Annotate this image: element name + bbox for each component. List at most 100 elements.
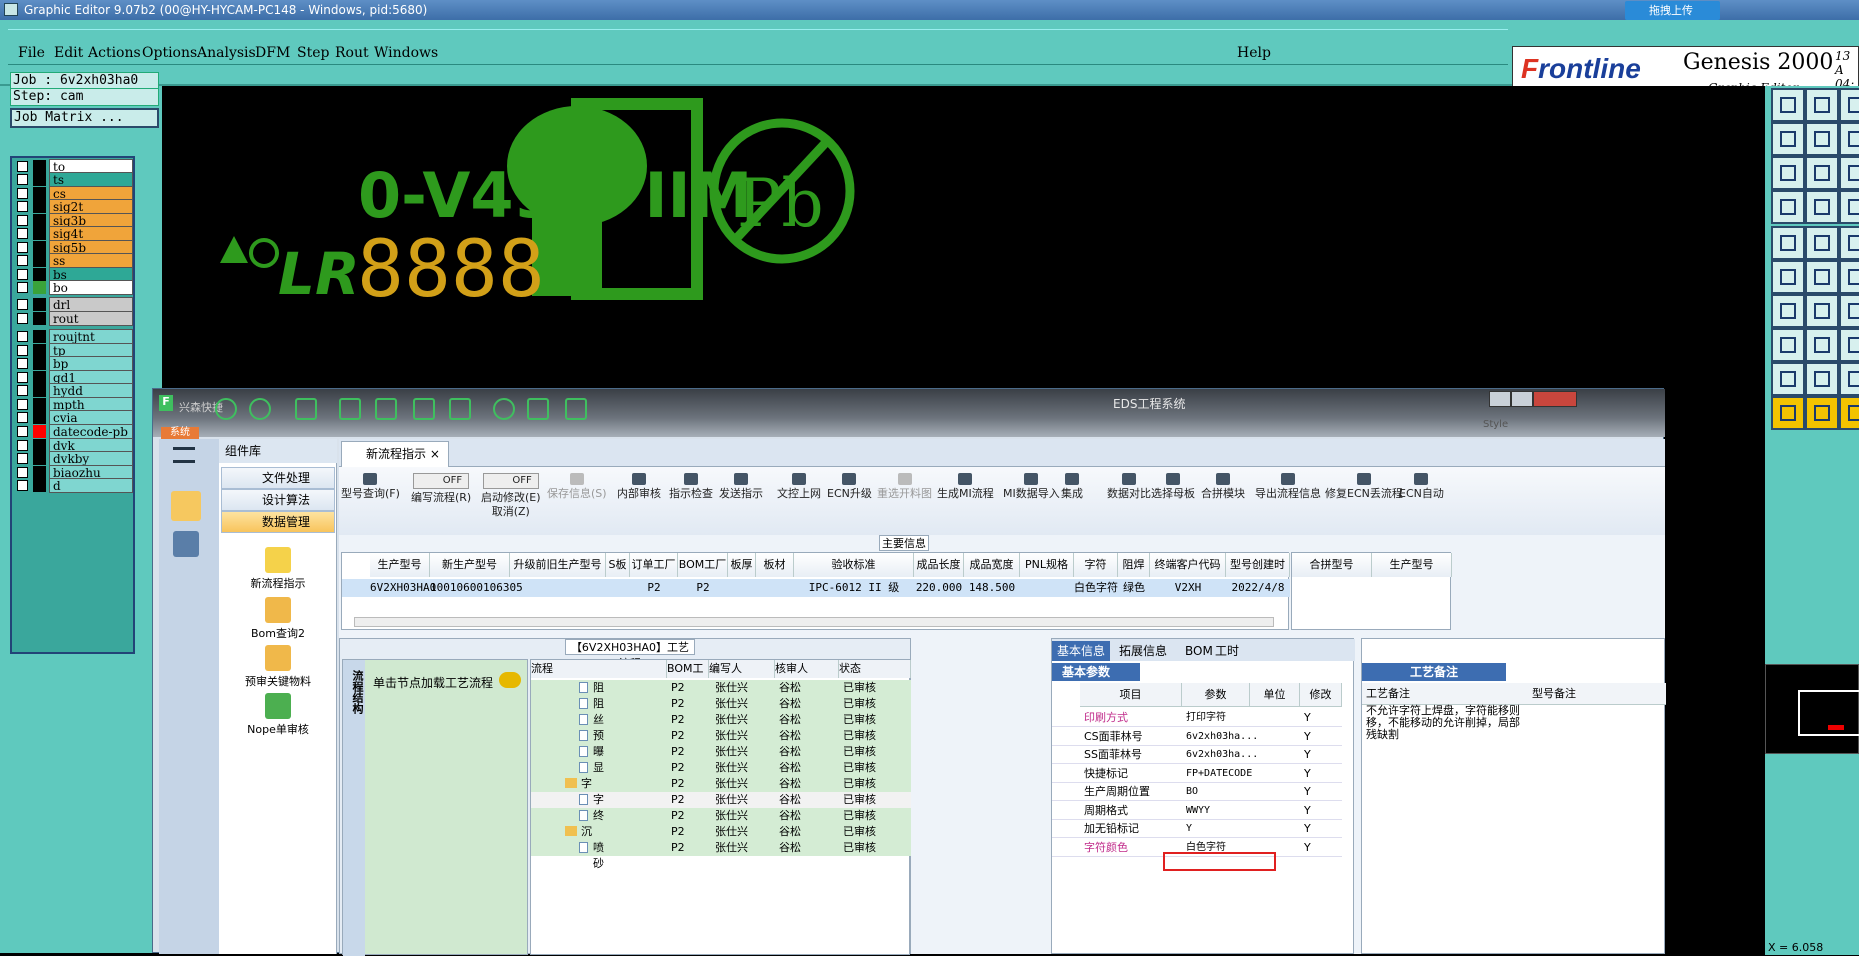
layer-checkbox[interactable] (17, 161, 28, 172)
layer-checkbox[interactable] (17, 345, 28, 356)
column-header[interactable]: 订单工厂 (630, 553, 678, 577)
layer-checkbox[interactable] (17, 228, 28, 239)
layer-checkbox[interactable] (17, 426, 28, 437)
layer-checkbox[interactable] (17, 215, 28, 226)
table-cell[interactable] (606, 579, 630, 597)
copy-icon[interactable] (413, 398, 435, 420)
layer-checkbox[interactable] (17, 453, 28, 464)
column-header[interactable]: 项目 (1080, 683, 1182, 707)
layer-row[interactable]: hydd (14, 383, 133, 398)
layer-row[interactable]: drl (14, 297, 133, 312)
tool-button[interactable] (1805, 226, 1839, 260)
column-header[interactable]: 核审人 (775, 660, 839, 678)
column-header[interactable]: PNL规格 (1020, 553, 1074, 577)
tool-button[interactable] (1839, 226, 1859, 260)
process-row[interactable]: 字符P2张仕兴谷松已审核 (531, 792, 911, 822)
tool-button[interactable] (1839, 396, 1859, 430)
menu-step[interactable]: Step (297, 45, 329, 61)
menu-file[interactable]: File (18, 45, 45, 61)
search-icon[interactable] (215, 398, 237, 420)
tool-button[interactable] (1805, 190, 1839, 224)
h-scrollbar[interactable] (354, 617, 1274, 627)
tool-button[interactable] (1771, 156, 1805, 190)
param-row[interactable]: 周期格式 WWYY Y (1052, 802, 1342, 820)
layer-checkbox[interactable] (17, 412, 28, 423)
column-header[interactable]: 修改 (1300, 683, 1342, 707)
grid-icon[interactable] (449, 398, 471, 420)
tool-button[interactable] (1805, 156, 1839, 190)
table-icon[interactable] (295, 398, 317, 420)
layer-checkbox[interactable] (17, 299, 28, 310)
toggle-switch[interactable]: OFF (482, 473, 539, 489)
toolbar-button[interactable]: 导出流程信息 (1255, 473, 1321, 501)
table-cell[interactable] (1020, 579, 1074, 597)
layer-checkbox[interactable] (17, 440, 28, 451)
column-header[interactable]: 状态 (839, 660, 911, 678)
process-row[interactable]: 喷砂 P2 张仕兴 谷松 已审核 (531, 840, 911, 870)
menu-windows[interactable]: Windows (374, 45, 438, 61)
column-header[interactable]: S板 (606, 553, 630, 577)
table-cell[interactable]: P2 (630, 579, 678, 597)
tool-button[interactable] (1771, 260, 1805, 294)
tool-button[interactable] (1805, 328, 1839, 362)
toolbar-button[interactable]: ECN自动 (1399, 473, 1444, 501)
scissors-icon[interactable] (339, 398, 361, 420)
mini-map[interactable] (1765, 664, 1859, 754)
param-row[interactable]: SS面菲林号 6v2xh03ha... Y (1052, 746, 1342, 764)
tool-button[interactable] (1805, 294, 1839, 328)
tool-button[interactable] (1805, 122, 1839, 156)
film-icon[interactable] (375, 398, 397, 420)
toolbar-button[interactable]: OFF 编写流程(R) (411, 473, 471, 505)
layer-row[interactable]: ts (14, 172, 133, 187)
toolbar-button[interactable]: 发送指示 (719, 473, 763, 501)
param-row[interactable]: 加无铅标记 Y Y (1052, 820, 1342, 838)
column-header[interactable]: BOM工厂 (678, 553, 728, 577)
tool-button[interactable] (1805, 396, 1839, 430)
process-row[interactable]: 阻焊前处理P2张仕兴谷松已审核 (531, 680, 911, 758)
param-row[interactable]: 快捷标记 FP+DATECODE Y (1052, 765, 1342, 783)
nav-file-processing[interactable]: 文件处理 (221, 467, 335, 489)
layer-checkbox[interactable] (17, 372, 28, 383)
target-icon[interactable] (249, 398, 271, 420)
toolbar-button[interactable]: 合拼模块 (1201, 473, 1245, 501)
tool-button[interactable] (1805, 260, 1839, 294)
table-cell[interactable]: 148.500 (964, 579, 1020, 597)
layer-row[interactable]: roujtnt (14, 329, 133, 344)
layer-row[interactable]: dvkby (14, 451, 133, 466)
toolbar-button[interactable]: 重选开料图 (877, 473, 932, 501)
layer-checkbox[interactable] (17, 255, 28, 266)
toolbar-button[interactable]: 修复ECN丢流程 (1325, 473, 1403, 501)
process-row[interactable]: 显影P2张仕兴谷松已审核 (531, 760, 911, 790)
tool-button[interactable] (1839, 190, 1859, 224)
tab-new-process[interactable]: 新流程指示 × (341, 441, 449, 467)
table-cell[interactable]: 绿色 (1118, 579, 1150, 597)
nav-key-materials[interactable]: 预审关键物料 (219, 645, 337, 689)
column-header[interactable]: 生产型号 (370, 553, 430, 577)
layer-row[interactable]: bp (14, 356, 133, 371)
layer-row[interactable]: bo (14, 280, 133, 295)
table-cell[interactable]: 白色字符 (1074, 579, 1118, 597)
info-tab[interactable]: 拓展信息 (1114, 641, 1172, 661)
menu-edit[interactable]: Edit (54, 45, 83, 61)
minimize-button[interactable] (1489, 391, 1511, 407)
tool-button[interactable] (1839, 260, 1859, 294)
table-cell[interactable]: 6V2XH03HA0 (370, 579, 436, 597)
maximize-button[interactable] (1511, 391, 1533, 407)
process-row[interactable]: 沉金P2张仕兴谷松已审核 (531, 824, 911, 854)
toolbar-button[interactable]: 型号查询(F) (341, 473, 400, 501)
menu-analysis[interactable]: Analysis (197, 45, 256, 61)
process-row[interactable]: 丝印P2张仕兴谷松已审核 (531, 712, 911, 742)
param-row[interactable]: CS面菲林号 6v2xh03ha... Y (1052, 728, 1342, 746)
job-matrix-button[interactable]: Job Matrix ... (10, 108, 159, 128)
process-row[interactable]: 预烘P2张仕兴谷松已审核 (531, 728, 911, 758)
column-header[interactable]: 参数 (1182, 683, 1250, 707)
column-header[interactable]: 成品宽度 (964, 553, 1020, 577)
layer-row[interactable]: sig4t (14, 226, 133, 241)
layer-checkbox[interactable] (17, 201, 28, 212)
nav-new-process[interactable]: 新流程指示 (219, 547, 337, 591)
toolbar-button[interactable]: 保存信息(S) (547, 473, 607, 501)
tool-button[interactable] (1771, 396, 1805, 430)
layer-checkbox[interactable] (17, 269, 28, 280)
nav-design-algo[interactable]: 设计算法 (221, 489, 335, 511)
param-row[interactable]: 印刷方式 打印字符 Y (1052, 709, 1342, 727)
